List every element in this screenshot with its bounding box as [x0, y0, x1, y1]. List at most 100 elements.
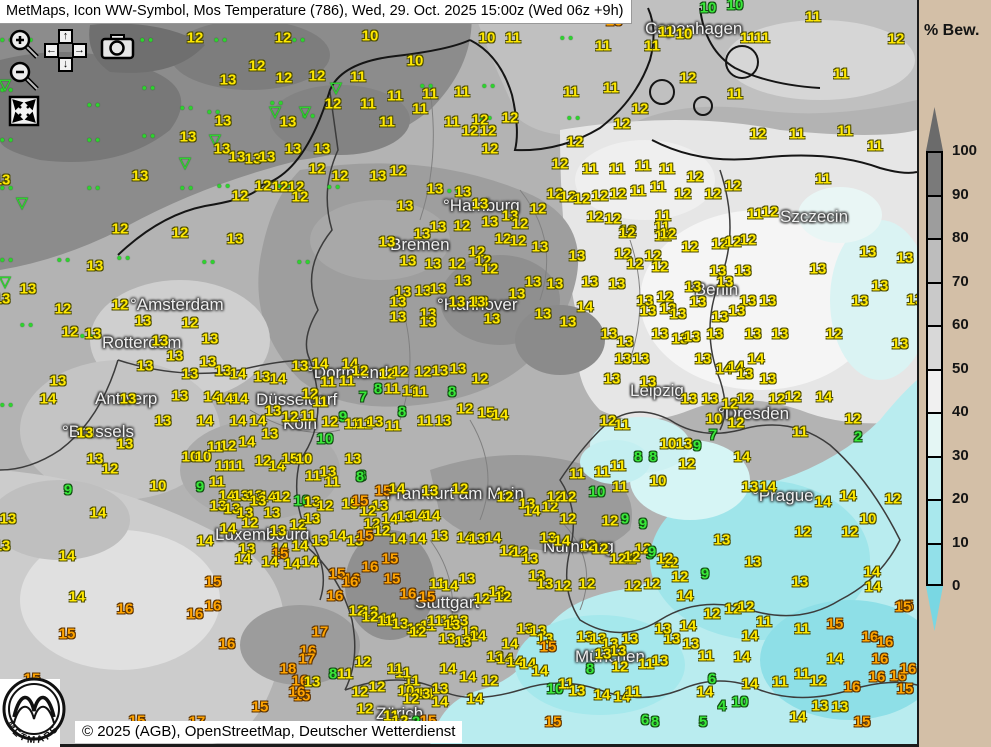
temp-value: 12 [560, 490, 577, 505]
temp-value: 14 [815, 495, 832, 510]
temp-value: 11 [387, 89, 403, 104]
temp-value: 12 [309, 162, 326, 177]
temp-value: 16 [205, 599, 222, 614]
temp-value: 13 [0, 292, 10, 307]
temp-value: 10 [589, 485, 606, 500]
temp-value: 14 [235, 552, 252, 567]
temp-value: 11 [339, 374, 355, 389]
temp-value: 13 [792, 575, 809, 590]
temp-value: 11 [603, 81, 619, 96]
temp-value: 11 [659, 162, 675, 177]
temp-value: 12 [352, 685, 369, 700]
pan-up-button[interactable]: ↑ [58, 29, 73, 44]
temp-value: 11 [612, 480, 628, 495]
zoom-in-magnifier-icon [8, 28, 40, 60]
camera-icon [100, 33, 136, 61]
temp-value: 11 [569, 467, 585, 482]
temp-value: 12 [740, 233, 757, 248]
temp-value: 13 [180, 130, 197, 145]
drizzle-symbol-icon: ●● [20, 321, 37, 330]
temp-value: 13 [537, 577, 554, 592]
pan-left-button[interactable]: ← [44, 43, 59, 58]
temp-value: 12 [579, 577, 596, 592]
temp-value: 12 [592, 189, 609, 204]
temp-value: 16 [327, 589, 344, 604]
temp-value: 13 [760, 294, 777, 309]
temp-value: 11 [614, 418, 630, 433]
temp-value: 13 [304, 512, 321, 527]
temp-value: 13 [425, 257, 442, 272]
temp-value: 11 [207, 440, 223, 455]
temp-value: 11 [427, 614, 443, 629]
temp-value: 11 [727, 87, 743, 102]
temp-value: 13 [469, 532, 486, 547]
temp-value: 10 [407, 54, 424, 69]
temp-value: 12 [272, 180, 289, 195]
temp-value: 6 [708, 672, 716, 687]
temp-value: 9 [639, 517, 647, 532]
temp-value: 16 [400, 587, 417, 602]
temp-value: 13 [522, 552, 539, 567]
temp-value: 12 [112, 222, 129, 237]
temp-value: 11 [698, 649, 714, 664]
temp-value: 11 [635, 159, 651, 174]
temp-value: 12 [410, 625, 427, 640]
pan-right-button[interactable]: → [72, 43, 87, 58]
temp-value: 13 [152, 334, 169, 349]
metmaps-logo[interactable]: METMAPS [0, 667, 74, 747]
fullscreen-button[interactable] [8, 95, 40, 132]
scale-tick-label: 40 [952, 403, 969, 420]
drizzle-symbol-icon: ●● [140, 36, 157, 45]
temp-value: 11 [337, 667, 353, 682]
temp-value: 13 [633, 352, 650, 367]
temp-value: 13 [681, 392, 698, 407]
temp-value: 12 [627, 257, 644, 272]
temp-value: 13 [872, 279, 889, 294]
temp-value: 12 [325, 97, 342, 112]
temp-value: 14 [432, 695, 449, 710]
temp-value: 11 [300, 409, 316, 424]
temp-value: 13 [432, 364, 449, 379]
temp-value: 13 [569, 249, 586, 264]
temp-value: 11 [385, 419, 401, 434]
temp-value: 17 [312, 625, 329, 640]
temp-value: 11 [789, 127, 805, 142]
temp-value: 13 [812, 699, 829, 714]
temp-value: 12 [274, 490, 291, 505]
temp-value: 11 [360, 97, 376, 112]
zoom-out-button[interactable] [8, 60, 40, 97]
scale-segment [926, 282, 943, 326]
attribution[interactable]: © 2025 (AGB), OpenStreetMap, Deutscher W… [75, 721, 462, 743]
temp-value: 14 [524, 504, 541, 519]
temp-value: 5 [699, 715, 707, 730]
temp-value: 11 [324, 475, 340, 490]
temp-value: 14 [460, 670, 477, 685]
temp-value: 13 [132, 169, 149, 184]
temp-value: 11 [837, 124, 853, 139]
temp-value: 13 [220, 73, 237, 88]
temp-value: 6 [641, 713, 649, 728]
temp-value: 14 [734, 650, 751, 665]
temp-value: 13 [897, 251, 914, 266]
temp-value: 17 [299, 652, 316, 667]
temp-value: 13 [640, 304, 657, 319]
map-canvas[interactable]: ●●●●●●●●●●●●●●●●●●●●●●●●●●●●●●●●●●●●●●●●… [0, 0, 917, 747]
map-title: MetMaps, Icon WW-Symbol, Mos Temperature… [0, 0, 632, 24]
temp-value: 13 [229, 150, 246, 165]
temp-value: 14 [532, 664, 549, 679]
snapshot-button[interactable] [100, 33, 136, 66]
temp-value: 13 [379, 235, 396, 250]
pan-down-button[interactable]: ↓ [58, 57, 73, 72]
temp-value: 13 [20, 282, 37, 297]
drizzle-symbol-icon: ●● [297, 258, 314, 267]
pan-left-icon: ← [46, 45, 57, 56]
temp-value: 12 [322, 415, 339, 430]
temp-value: 14 [230, 367, 247, 382]
temp-value: 13 [712, 310, 729, 325]
temp-value: 13 [77, 426, 94, 441]
temp-value: 13 [737, 367, 754, 382]
scale-tick-label: 20 [952, 490, 969, 507]
temp-value: 14 [470, 629, 487, 644]
temp-value: 14 [424, 509, 441, 524]
temp-value: 13 [390, 310, 407, 325]
